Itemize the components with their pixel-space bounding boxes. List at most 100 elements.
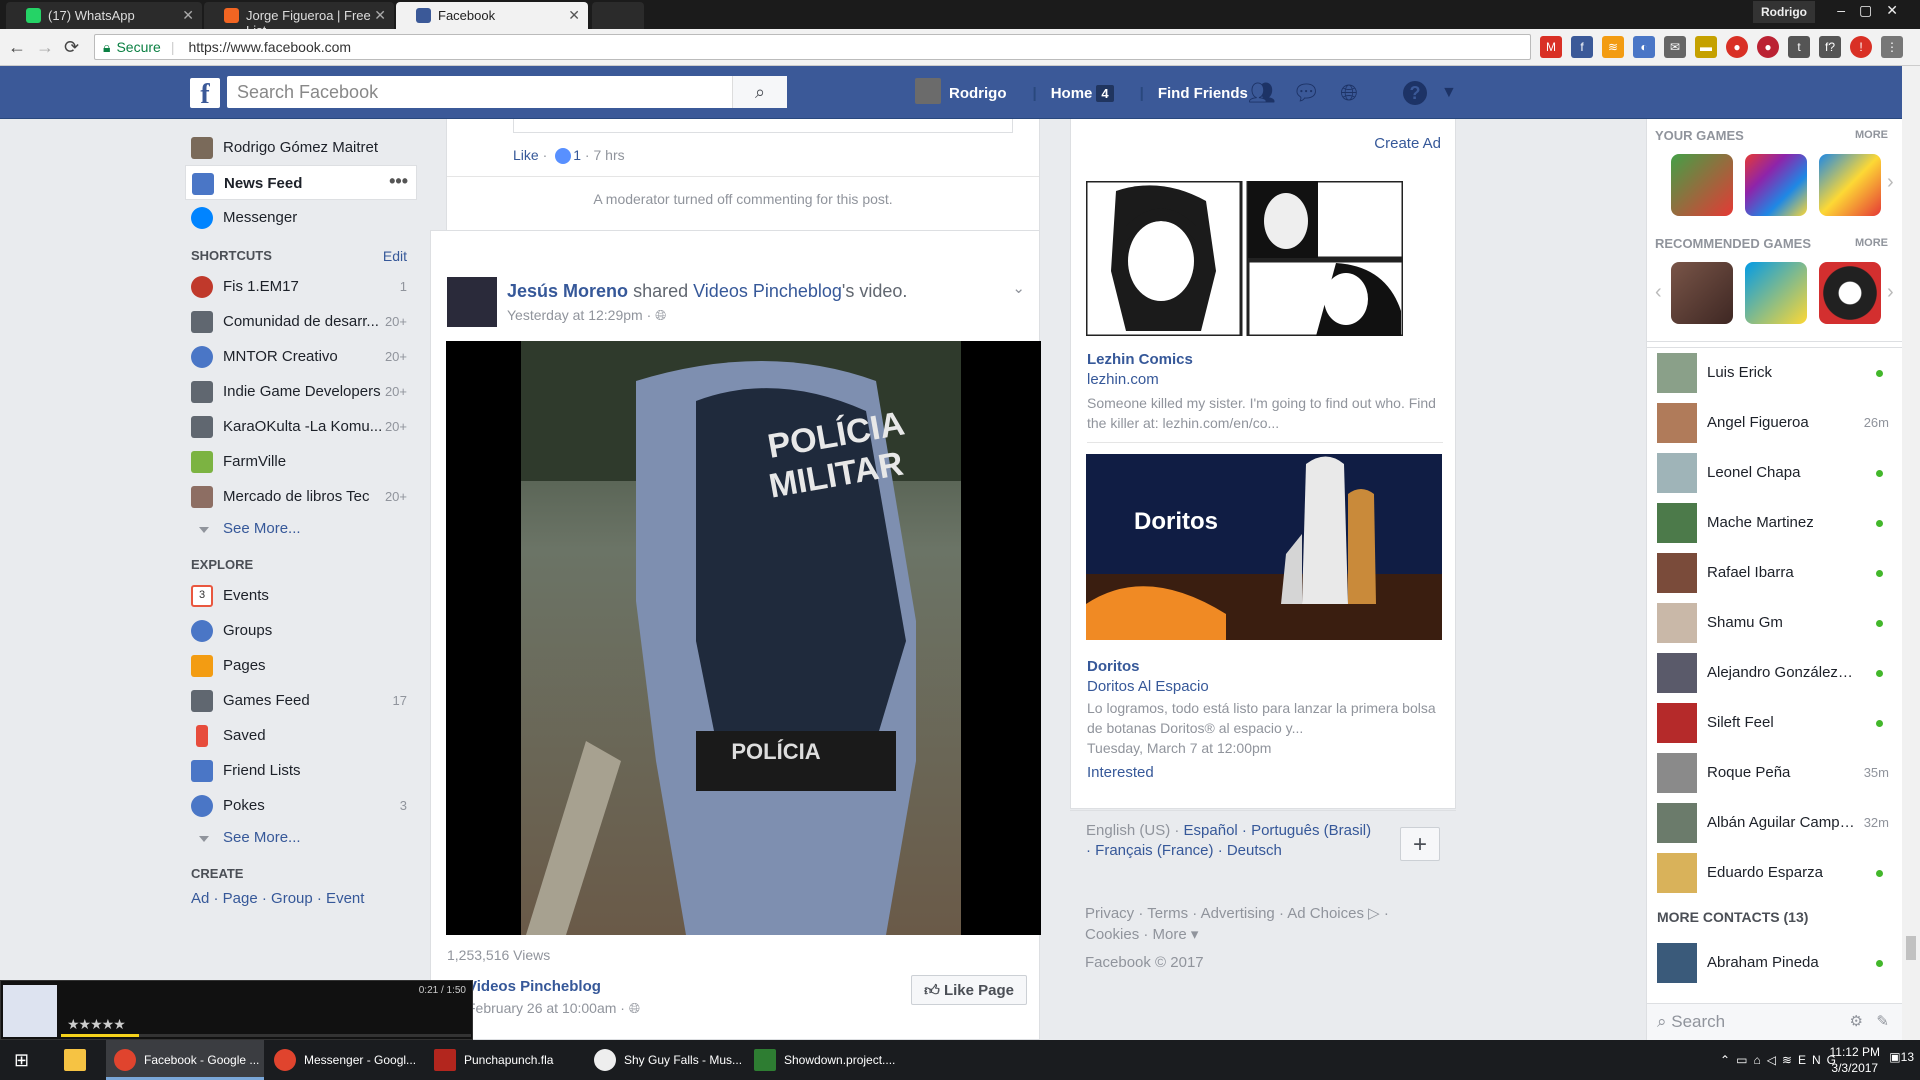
twitter-extension-icon[interactable]: t [1788,36,1810,58]
facebook-extension-icon[interactable]: f [1571,36,1593,58]
contact-item[interactable]: Leonel Chapa [1657,453,1893,493]
search-icon[interactable]: ⌕ [732,76,787,108]
extension-icon[interactable]: ● [1757,36,1779,58]
sidebar-item-pages[interactable]: Pages [185,648,417,683]
contact-item[interactable]: Mache Martinez [1657,503,1893,543]
volume-icon[interactable]: ◁ [1767,1053,1782,1067]
contact-item[interactable]: Albán Aguilar Campos 32m [1657,803,1893,843]
new-message-icon[interactable]: ✎ [1876,1012,1889,1030]
contact-item[interactable]: Angel Figueroa 26m [1657,403,1893,443]
record-extension-icon[interactable]: ● [1726,36,1748,58]
ad-image-comics[interactable] [1084,179,1405,338]
messages-icon[interactable]: 💬︎ [1292,80,1320,106]
reload-icon[interactable]: ⟳ [64,37,89,57]
game-puzzle-icon[interactable] [1745,262,1807,324]
gmail-extension-icon[interactable]: M [1540,36,1562,58]
search-input[interactable]: Search Facebook ⌕ [227,76,787,108]
taskbar-item[interactable]: Messenger - Googl... [266,1040,424,1080]
ad-description[interactable]: Lo logramos, todo está listo para lanzar… [1087,698,1447,738]
post-options-chevron-icon[interactable]: ⌄ [1012,279,1025,297]
ad-image-doritos[interactable]: Doritos [1086,454,1442,640]
sidebar-item-shortcut[interactable]: Indie Game Developers 20+ [185,374,417,409]
footer-links[interactable]: Privacy · Terms · Advertising · Ad Choic… [1085,903,1445,945]
back-icon[interactable]: ← [8,37,36,57]
contact-item[interactable]: Abraham Pineda [1657,943,1893,983]
add-language-button[interactable]: + [1400,827,1440,861]
contact-item[interactable]: Rafael Ibarra [1657,553,1893,593]
page-scrollbar[interactable] [1902,66,1920,1040]
sidebar-item-friend-lists[interactable]: Friend Lists [185,753,417,788]
create-ad-link[interactable]: Create Ad [1374,135,1441,152]
post-timestamp[interactable]: Yesterday at 12:29pm · 🌐︎ [507,307,666,324]
sidebar-item-shortcut[interactable]: Comunidad de desarr... 20+ [185,304,417,339]
font-extension-icon[interactable]: f? [1819,36,1841,58]
interested-button[interactable]: Interested [1087,764,1154,781]
contact-item[interactable]: Shamu Gm [1657,603,1893,643]
sidebar-item-shortcut[interactable]: FarmVille [185,444,417,479]
chevron-left-icon[interactable]: ‹ [1655,281,1662,304]
post-author-link[interactable]: Jesús Moreno [507,281,628,301]
ad-title-link[interactable]: Lezhin Comics [1087,351,1193,368]
post-time[interactable]: 7 hrs [594,147,625,163]
chevron-right-icon[interactable]: › [1887,281,1894,304]
see-more-shortcuts-link[interactable]: See More... [185,514,417,544]
taskbar-item[interactable]: Facebook - Google ... [106,1040,264,1080]
wifi-icon[interactable]: ≋ [1782,1053,1798,1067]
contact-item[interactable]: Luis Erick [1657,353,1893,393]
create-links[interactable]: Ad · Page · Group · Event [185,887,417,911]
taskbar-item[interactable]: Punchapunch.fla [426,1040,584,1080]
progress-bar[interactable] [61,1034,471,1037]
taskbar-item[interactable]: Shy Guy Falls - Mus... [586,1040,744,1080]
windows-start-icon[interactable]: ⊞ [14,1050,29,1071]
notifications-globe-icon[interactable]: 🌐︎ [1336,80,1362,106]
nav-buttons[interactable]: ←→⟳ [8,37,89,58]
tab-facebook[interactable]: Facebook ✕ [396,2,588,29]
extension-icon[interactable]: ! [1850,36,1872,58]
game-viking-icon[interactable] [1671,262,1733,324]
sidebar-item-shortcut[interactable]: MNTOR Creativo 20+ [185,339,417,374]
more-games-link[interactable]: MORE [1855,129,1888,141]
facebook-logo-icon[interactable]: f [190,78,220,110]
sidebar-item-messenger[interactable]: Messenger [185,200,417,235]
ad-domain-link[interactable]: lezhin.com [1087,371,1159,388]
taskbar-item[interactable]: Showdown.project.... [746,1040,904,1080]
new-tab-button[interactable] [592,2,644,29]
home-link[interactable]: Home 4 [1051,84,1114,102]
friend-requests-icon[interactable]: 👥︎ [1248,80,1276,106]
mail-extension-icon[interactable]: ✉ [1664,36,1686,58]
shared-page-link[interactable]: Videos Pincheblog [693,281,842,301]
url-field[interactable]: 🔒︎ Secure | https://www.facebook.com [94,34,1531,60]
sidebar-item-shortcut[interactable]: KaraOKulta -La Komu... 20+ [185,409,417,444]
more-recommended-link[interactable]: MORE [1855,237,1888,249]
close-icon[interactable]: ✕ [374,7,386,24]
like-count[interactable]: 1 [573,147,581,163]
media-player-overlay[interactable]: ★★★★★ 0:21 / 1:50 [0,980,473,1040]
system-tray[interactable]: ⌃▭⌂◁≋ENG [1720,1053,1842,1067]
find-friends-link[interactable]: Find Friends [1158,85,1248,102]
window-controls[interactable]: –▢✕ [1837,2,1912,19]
like-page-button[interactable]: 👍︎ Like Page [911,975,1027,1005]
rating-stars[interactable]: ★★★★★ [67,1016,126,1033]
avatar[interactable] [915,78,941,104]
contact-item[interactable]: Sileft Feel [1657,703,1893,743]
help-icon[interactable]: ? [1403,81,1427,105]
tab-whatsapp[interactable]: (17) WhatsApp ✕ [6,2,202,29]
like-link[interactable]: Like [513,147,539,163]
extension-icon[interactable]: ▬ [1695,36,1717,58]
menu-icon[interactable]: ⋮ [1881,36,1903,58]
rss-extension-icon[interactable]: ≋ [1602,36,1624,58]
sidebar-item-pokes[interactable]: Pokes 3 [185,788,417,823]
action-center-icon[interactable]: ▣13 [1889,1050,1914,1064]
video-player[interactable]: POLÍCIA MILITAR POLÍCIA [446,341,1041,935]
game-8-ball-pool-icon[interactable] [1819,262,1881,324]
forward-icon[interactable]: → [36,37,64,57]
game-tetris-icon[interactable] [1819,154,1881,216]
sidebar-item-saved[interactable]: Saved [185,718,417,753]
scrollbar-thumb[interactable] [1906,936,1916,960]
account-menu-icon[interactable]: ▼ [1441,84,1457,102]
sidebar-item-events[interactable]: 3 Events [185,578,417,613]
chat-search-input[interactable]: ⌕ Search ⚙ ✎ [1647,1003,1903,1040]
browser-profile[interactable]: Rodrigo [1753,1,1815,23]
ad-description[interactable]: Someone killed my sister. I'm going to f… [1087,393,1447,433]
sidebar-item-news-feed[interactable]: News Feed ••• [185,165,417,200]
